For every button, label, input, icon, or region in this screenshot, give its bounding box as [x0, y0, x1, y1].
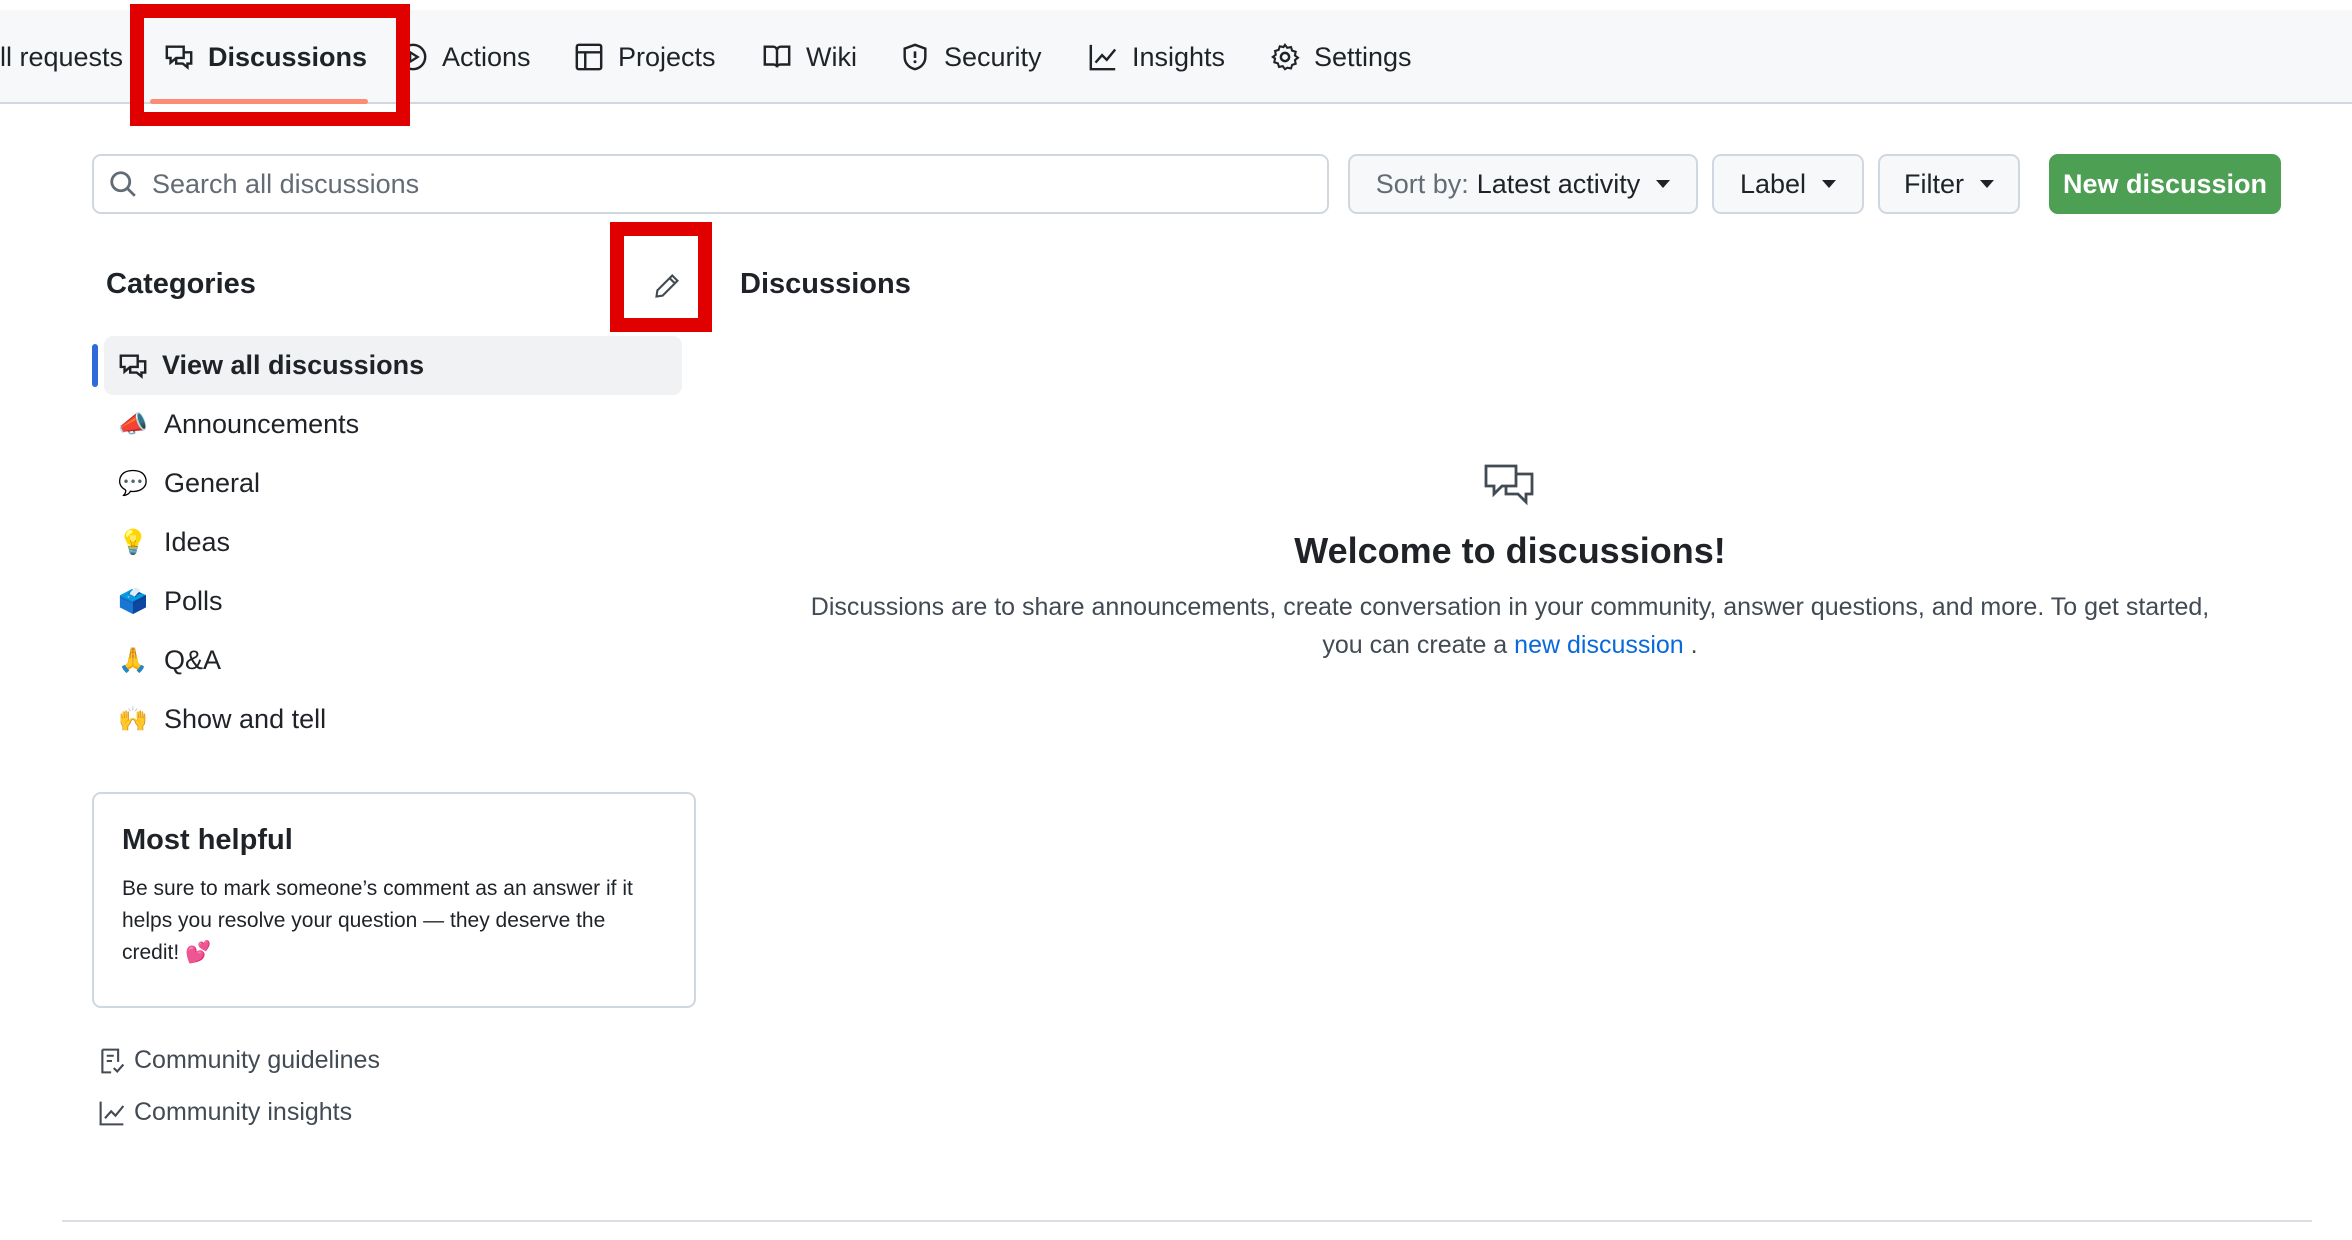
tab-insights-label: Insights	[1132, 41, 1226, 72]
label-button-text: Label	[1739, 168, 1807, 199]
search-input[interactable]	[152, 168, 1302, 200]
tab-wiki-label: Wiki	[806, 41, 857, 72]
graph-icon	[98, 1099, 126, 1127]
category-label: Show and tell	[164, 704, 327, 734]
shield-icon	[900, 42, 930, 72]
speech-bubble-icon: 💬	[118, 470, 148, 497]
category-label: Polls	[164, 586, 223, 616]
category-general[interactable]: 💬 General	[92, 454, 682, 513]
tab-security[interactable]: Security	[900, 10, 1042, 104]
category-polls[interactable]: 🗳️ Polls	[92, 572, 682, 631]
community-guidelines-label: Community guidelines	[134, 1046, 380, 1074]
welcome-description: Discussions are to share announcements, …	[800, 588, 2220, 664]
tab-settings[interactable]: Settings	[1270, 10, 1412, 104]
footer-divider	[62, 1220, 2312, 1222]
book-icon	[762, 42, 792, 72]
category-label: View all discussions	[162, 350, 425, 380]
filter-dropdown[interactable]: Filter	[1878, 154, 2020, 214]
search-icon	[108, 169, 138, 199]
category-view-all[interactable]: View all discussions	[92, 336, 682, 395]
category-label: Q&A	[164, 645, 222, 675]
label-dropdown[interactable]: Label	[1712, 154, 1864, 214]
most-helpful-text: Be sure to mark someone’s comment as an …	[122, 877, 633, 964]
category-label: General	[164, 468, 261, 498]
sort-value: Latest activity	[1476, 168, 1641, 199]
community-insights-link[interactable]: Community insights	[98, 1098, 352, 1127]
comment-discussion-icon	[118, 351, 148, 381]
tab-insights[interactable]: Insights	[1088, 10, 1225, 104]
new-discussion-label: New discussion	[2062, 168, 2268, 199]
most-helpful-title: Most helpful	[122, 824, 293, 856]
welcome-text: Discussions are to share announcements, …	[810, 593, 2210, 659]
tab-actions-label: Actions	[442, 41, 531, 72]
discussions-heading: Discussions	[740, 268, 911, 300]
folded-hands-icon: 🙏	[118, 647, 148, 674]
sort-prefix: Sort by:	[1375, 168, 1469, 199]
ballot-box-icon: 🗳️	[118, 588, 148, 615]
community-insights-label: Community insights	[134, 1098, 353, 1126]
comment-discussion-icon	[1484, 464, 1534, 508]
megaphone-icon: 📣	[118, 411, 148, 438]
most-helpful-card: Most helpful Be sure to mark someone’s c…	[92, 792, 696, 1008]
lightbulb-icon: 💡	[118, 529, 148, 556]
tab-actions[interactable]: Actions	[398, 10, 531, 104]
highlight-box-edit-button	[610, 222, 712, 332]
welcome-heading: Welcome to discussions!	[1294, 530, 1726, 571]
category-announcements[interactable]: 📣 Announcements	[92, 395, 682, 454]
category-ideas[interactable]: 💡 Ideas	[92, 513, 682, 572]
checklist-icon	[98, 1047, 126, 1075]
tab-security-label: Security	[944, 41, 1042, 72]
tab-projects[interactable]: Projects	[574, 10, 716, 104]
tab-pull-requests[interactable]: ll requests	[0, 10, 123, 104]
tab-pull-requests-label: ll requests	[0, 41, 124, 72]
caret-down-icon	[1822, 180, 1837, 188]
community-guidelines-link[interactable]: Community guidelines	[98, 1046, 380, 1075]
raised-hands-icon: 🙌	[118, 706, 148, 733]
search-box[interactable]	[92, 154, 1329, 214]
category-list: View all discussions 📣 Announcements 💬 G…	[92, 336, 682, 749]
table-icon	[574, 42, 604, 72]
category-qa[interactable]: 🙏 Q&A	[92, 631, 682, 690]
tab-settings-label: Settings	[1314, 41, 1412, 72]
new-discussion-button[interactable]: New discussion	[2049, 154, 2281, 214]
category-show-and-tell[interactable]: 🙌 Show and tell	[92, 690, 682, 749]
caret-down-icon	[1656, 180, 1671, 188]
tab-projects-label: Projects	[618, 41, 716, 72]
sort-dropdown[interactable]: Sort by: Latest activity	[1348, 154, 1698, 214]
welcome-text-end: .	[1690, 631, 1698, 659]
filter-button-text: Filter	[1904, 168, 1964, 199]
highlight-box-discussions-tab	[130, 4, 410, 126]
graph-icon	[1088, 42, 1118, 72]
gear-icon	[1270, 42, 1300, 72]
new-discussion-link[interactable]: new discussion	[1514, 631, 1684, 659]
category-label: Ideas	[164, 527, 231, 557]
tab-wiki[interactable]: Wiki	[762, 10, 857, 104]
category-label: Announcements	[164, 409, 360, 439]
caret-down-icon	[1980, 180, 1994, 188]
categories-heading: Categories	[106, 268, 256, 300]
